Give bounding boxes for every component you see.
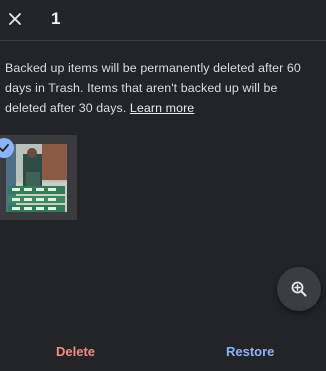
selected-count: 1 — [51, 9, 61, 28]
photo-thumbnail — [6, 144, 67, 212]
learn-more-link[interactable]: Learn more — [130, 101, 194, 115]
zoom-in-icon — [291, 281, 307, 297]
close-button[interactable] — [4, 8, 26, 30]
top-bar: 1 — [0, 0, 326, 40]
close-icon — [9, 13, 21, 25]
delete-button[interactable]: Delete — [56, 344, 95, 359]
header-divider — [0, 40, 326, 41]
check-circle-icon — [0, 144, 9, 152]
trash-notice: Backed up items will be permanently dele… — [5, 58, 321, 118]
zoom-button[interactable] — [277, 267, 321, 311]
photo-image — [6, 144, 67, 212]
restore-button[interactable]: Restore — [226, 344, 274, 359]
